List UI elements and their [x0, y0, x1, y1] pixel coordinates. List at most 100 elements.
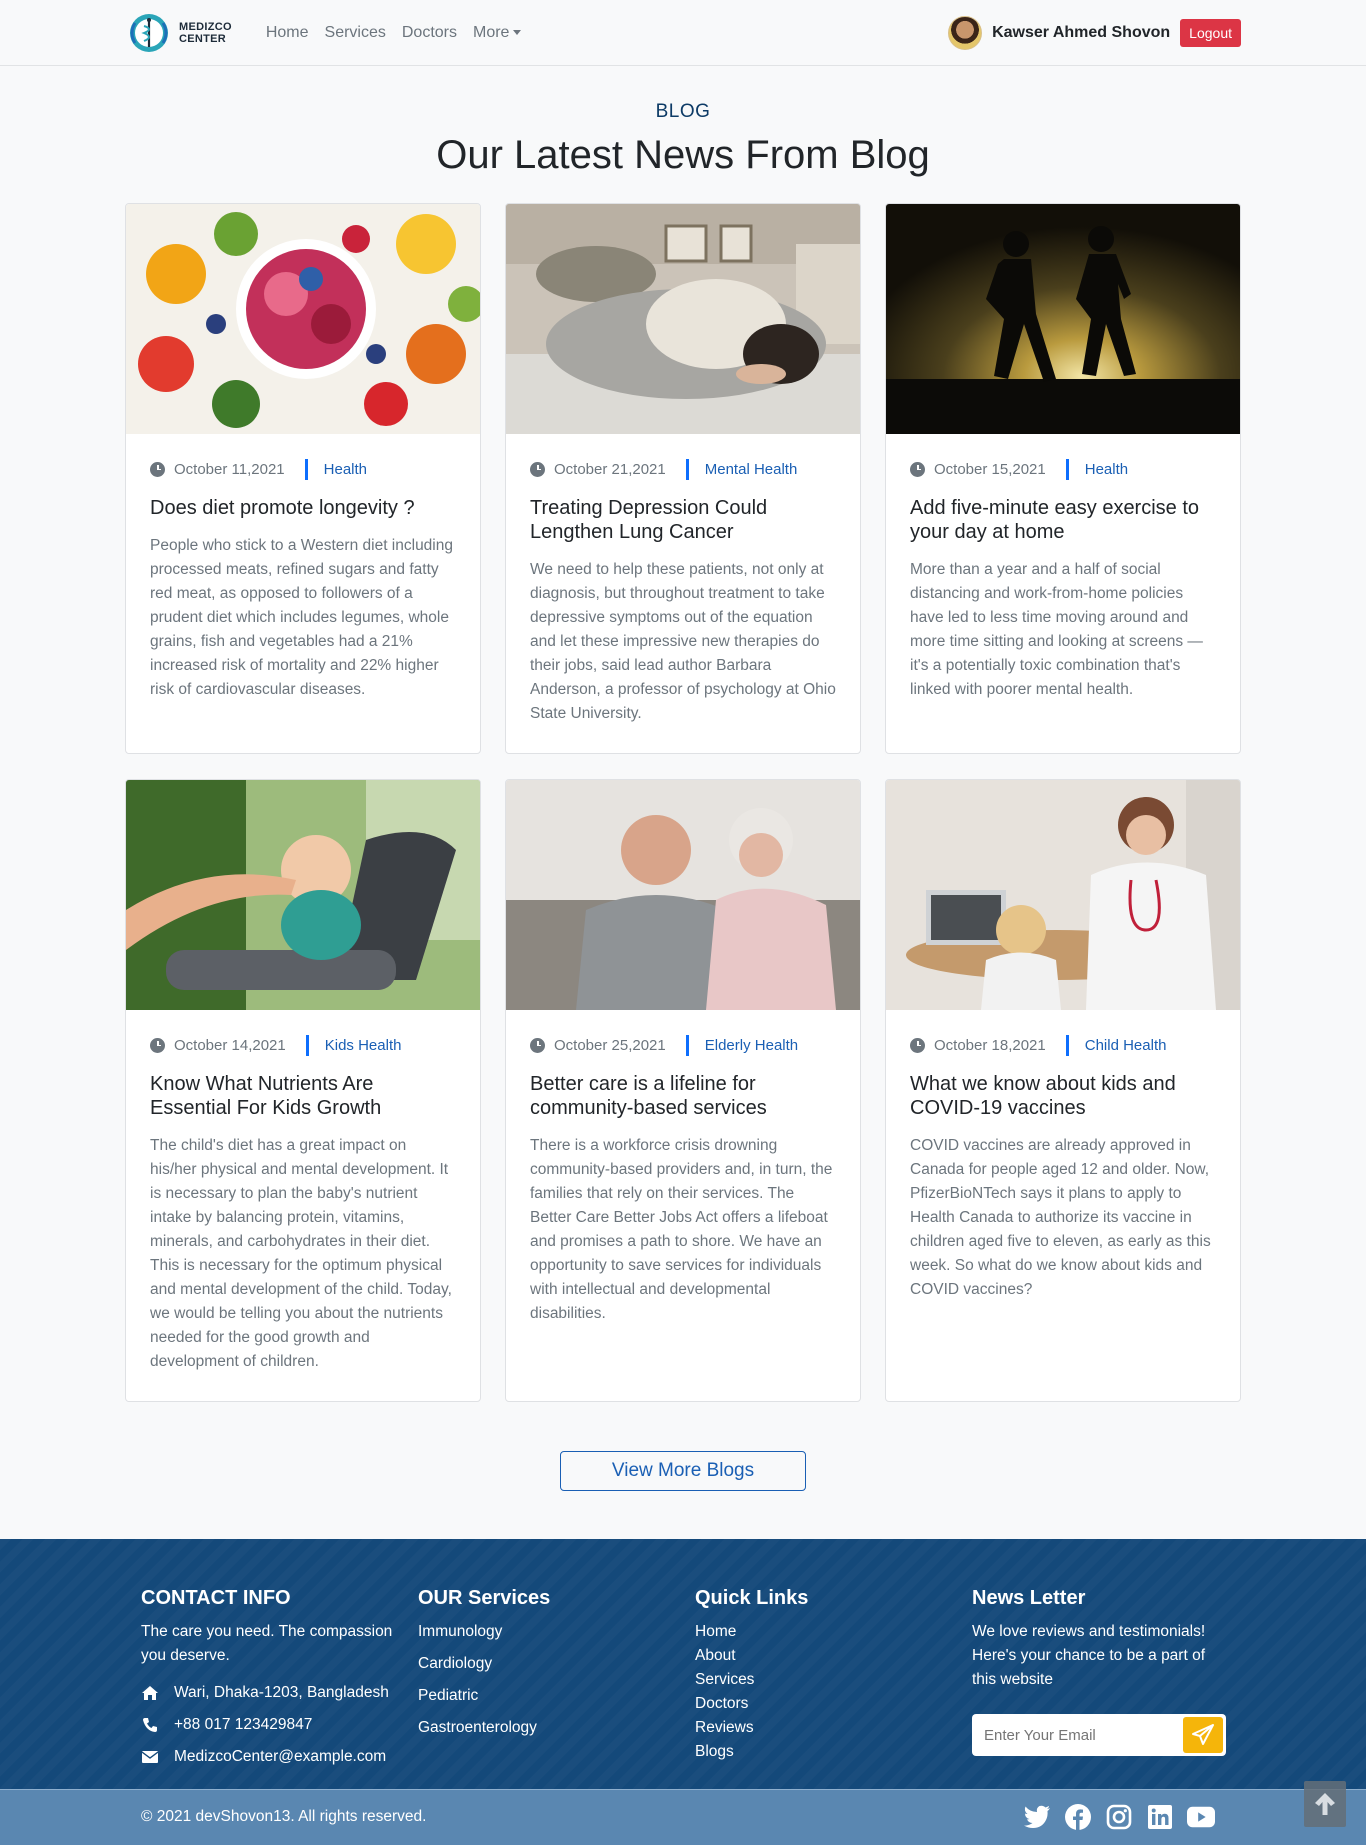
home-icon	[141, 1685, 159, 1701]
clock-icon	[150, 1037, 165, 1053]
nav-more-dropdown[interactable]: More	[473, 24, 522, 42]
blog-image-fruits[interactable]	[126, 204, 480, 434]
footer-quick-links-heading: Quick Links	[695, 1587, 809, 1609]
meta-divider	[685, 1034, 689, 1056]
brand-line2: CENTER	[179, 33, 227, 45]
footer-phone[interactable]: +88 017 123429847	[174, 1716, 312, 1734]
linkedin-icon[interactable]	[1146, 1803, 1174, 1831]
caduceus-logo-icon	[125, 13, 173, 53]
post-date: October 14,2021	[174, 1036, 286, 1054]
post-category[interactable]: Health	[324, 461, 367, 478]
phone-icon	[141, 1717, 159, 1733]
footer-newsletter-text: We love reviews and testimonials! Here's…	[972, 1623, 1206, 1688]
service-link[interactable]: Immunology	[418, 1616, 658, 1648]
page-title: Our Latest News From Blog	[436, 133, 930, 177]
clock-icon	[910, 1037, 925, 1053]
meta-divider	[685, 458, 689, 480]
meta-divider	[305, 1034, 309, 1056]
arrow-up-icon	[1315, 1793, 1335, 1815]
footer-services-heading: OUR Services	[418, 1587, 551, 1609]
post-excerpt: There is a workforce crisis drowning com…	[530, 1137, 833, 1322]
clock-icon	[910, 461, 925, 477]
post-excerpt: COVID vaccines are already approved in C…	[910, 1137, 1211, 1298]
social-links	[1023, 1803, 1215, 1831]
quick-link[interactable]: Services	[695, 1668, 935, 1692]
clock-icon	[530, 461, 545, 477]
service-link[interactable]: Pediatric	[418, 1680, 658, 1712]
service-link[interactable]: Gastroenterology	[418, 1712, 658, 1744]
post-category[interactable]: Elderly Health	[705, 1037, 798, 1054]
post-date: October 11,2021	[174, 460, 285, 478]
nav-home[interactable]: Home	[266, 24, 309, 42]
nav-services[interactable]: Services	[325, 24, 386, 42]
blog-image-runners[interactable]	[886, 204, 1240, 434]
footer-contact-heading: CONTACT INFO	[141, 1587, 291, 1609]
post-date: October 21,2021	[554, 460, 666, 478]
meta-divider	[1065, 458, 1069, 480]
newsletter-form	[972, 1714, 1226, 1756]
brand-line1: MEDIZCO	[179, 21, 232, 33]
brand-logo[interactable]: MEDIZCO CENTER	[125, 13, 232, 53]
logout-button[interactable]: Logout	[1180, 19, 1241, 47]
footer-services: OUR Services Immunology Cardiology Pedia…	[418, 1587, 658, 1744]
quick-link[interactable]: Blogs	[695, 1740, 935, 1764]
post-title[interactable]: Better care is a lifeline for community-…	[530, 1072, 836, 1120]
post-title[interactable]: Does diet promote longevity ?	[150, 496, 456, 520]
blog-image-doctor-child[interactable]	[886, 780, 1240, 1010]
blog-card[interactable]: October 15,2021 Health Add five-minute e…	[885, 203, 1241, 754]
blog-card[interactable]: October 14,2021 Kids Health Know What Nu…	[125, 779, 481, 1402]
blog-image-elderly[interactable]	[506, 780, 860, 1010]
scroll-to-top-button[interactable]	[1304, 1781, 1346, 1827]
meta-divider	[1065, 1034, 1069, 1056]
caret-down-icon	[513, 30, 522, 36]
youtube-icon[interactable]	[1187, 1803, 1215, 1831]
quick-link[interactable]: Home	[695, 1620, 935, 1644]
footer-newsletter-heading: News Letter	[972, 1587, 1086, 1609]
quick-link[interactable]: Doctors	[695, 1692, 935, 1716]
post-title[interactable]: What we know about kids and COVID-19 vac…	[910, 1072, 1216, 1120]
post-date: October 18,2021	[934, 1036, 1046, 1054]
blog-image-depression[interactable]	[506, 204, 860, 434]
instagram-icon[interactable]	[1105, 1803, 1133, 1831]
navbar: MEDIZCO CENTER Home Services Doctors Mor…	[0, 0, 1366, 66]
newsletter-email-input[interactable]	[972, 1726, 1172, 1744]
footer-bottom-bar: © 2021 devShovon13. All rights reserved.	[0, 1789, 1366, 1845]
post-category[interactable]: Kids Health	[325, 1037, 402, 1054]
post-title[interactable]: Treating Depression Could Lengthen Lung …	[530, 496, 836, 544]
post-category[interactable]: Health	[1085, 461, 1128, 478]
post-title[interactable]: Know What Nutrients Are Essential For Ki…	[150, 1072, 456, 1120]
footer-quick-links: Quick Links Home About Services Doctors …	[695, 1587, 935, 1764]
twitter-icon[interactable]	[1023, 1803, 1051, 1831]
copyright-text: © 2021 devShovon13. All rights reserved.	[141, 1808, 427, 1825]
facebook-icon[interactable]	[1064, 1803, 1092, 1831]
footer-newsletter: News Letter We love reviews and testimon…	[972, 1587, 1226, 1756]
footer-tagline: The care you need. The compassion you de…	[141, 1623, 393, 1664]
blog-card[interactable]: October 21,2021 Mental Health Treating D…	[505, 203, 861, 754]
blog-card[interactable]: October 25,2021 Elderly Health Better ca…	[505, 779, 861, 1402]
post-category[interactable]: Mental Health	[705, 461, 798, 478]
user-name: Kawser Ahmed Shovon	[992, 24, 1171, 41]
footer: CONTACT INFO The care you need. The comp…	[0, 1539, 1366, 1845]
post-title[interactable]: Add five-minute easy exercise to your da…	[910, 496, 1216, 544]
blog-image-baby[interactable]	[126, 780, 480, 1010]
blog-card[interactable]: October 11,2021 Health Does diet promote…	[125, 203, 481, 754]
blog-card[interactable]: October 18,2021 Child Health What we kno…	[885, 779, 1241, 1402]
footer-email[interactable]: MedizcoCenter@example.com	[174, 1748, 386, 1766]
paper-plane-icon	[1192, 1724, 1214, 1745]
envelope-icon	[141, 1749, 159, 1765]
meta-divider	[304, 458, 308, 480]
send-button[interactable]	[1183, 1717, 1223, 1753]
clock-icon	[530, 1037, 545, 1053]
post-category[interactable]: Child Health	[1085, 1037, 1167, 1054]
quick-link[interactable]: Reviews	[695, 1716, 935, 1740]
avatar[interactable]	[948, 16, 983, 50]
quick-link[interactable]: About	[695, 1644, 935, 1668]
post-date: October 15,2021	[934, 460, 1046, 478]
post-excerpt: The child's diet has a great impact on h…	[150, 1137, 452, 1370]
nav-doctors[interactable]: Doctors	[402, 24, 457, 42]
clock-icon	[150, 461, 165, 477]
service-link[interactable]: Cardiology	[418, 1648, 658, 1680]
view-more-blogs-button[interactable]: View More Blogs	[560, 1451, 806, 1491]
footer-contact: CONTACT INFO The care you need. The comp…	[141, 1587, 401, 1768]
post-excerpt: More than a year and a half of social di…	[910, 561, 1203, 698]
